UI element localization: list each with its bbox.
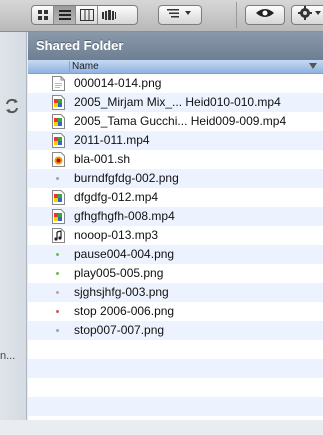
file-row[interactable]: bla-001.sh [28,150,323,169]
file-name: 2005_Mirjam Mix_... Heid010-010.mp4 [74,95,281,109]
arrange-icon [165,6,195,24]
action-button[interactable] [291,5,323,25]
sort-descending-icon [309,63,317,69]
png-thumb-icon [56,310,59,313]
mp3-file-icon [52,228,65,243]
file-row[interactable]: play005-005.png [28,264,323,283]
folder-title: Shared Folder [28,32,323,60]
file-name: gfhgfhgfh-008.mp4 [74,209,175,223]
empty-row [28,397,323,416]
name-column-header[interactable]: Name [28,60,323,74]
arrange-button[interactable] [158,5,202,25]
column-label: Name [72,61,99,72]
file-name: 2011-011.mp4 [74,133,150,147]
empty-row [28,416,323,435]
file-name: bla-001.sh [74,152,131,166]
gear-icon [298,5,323,25]
mp4-file-icon [52,133,65,148]
png-thumb-icon [56,177,59,180]
file-row[interactable]: stop 2006-006.png [28,302,323,321]
file-row[interactable]: 2005_Mirjam Mix_... Heid010-010.mp4 [28,93,323,112]
png-thumb-icon [56,329,59,332]
file-row[interactable]: sjghsjhfg-003.png [28,283,323,302]
eye-icon [255,6,275,24]
empty-row [28,378,323,397]
file-list: 000014-014.png 2005_Mirjam Mix_... Heid01… [28,74,323,435]
file-row[interactable]: 000014-014.png [28,74,323,93]
file-row[interactable]: stop007-007.png [28,321,323,340]
sidebar: n... [0,32,27,420]
png-thumb-icon [56,272,59,275]
sync-icon[interactable] [4,98,20,114]
empty-row [28,340,323,359]
list-view-icon[interactable] [54,6,76,24]
column-view-icon[interactable] [76,6,98,24]
file-browser: Shared Folder Name 000014-014.png 2005_Mi… [28,32,323,420]
empty-row [28,359,323,378]
toolbar [0,0,323,32]
png-thumb-icon [56,291,59,294]
file-name: stop007-007.png [74,323,165,337]
mp4-file-icon [52,114,65,129]
file-name: play005-005.png [74,266,164,280]
png-thumb-icon [56,253,59,256]
file-row[interactable]: gfhgfhgfh-008.mp4 [28,207,323,226]
coverflow-view-icon[interactable] [98,6,120,24]
file-name: stop 2006-006.png [74,304,175,318]
file-row[interactable]: 2011-011.mp4 [28,131,323,150]
mp4-file-icon [52,190,65,205]
sh-file-icon [52,152,65,167]
file-name: burndfgfdg-002.png [74,171,179,185]
toolbar-divider [236,2,237,28]
file-row[interactable]: dfgdfg-012.mp4 [28,188,323,207]
file-name: pause004-004.png [74,247,175,261]
file-name: dfgdfg-012.mp4 [74,190,159,204]
icon-view-icon[interactable] [32,6,54,24]
file-row[interactable]: burndfgfdg-002.png [28,169,323,188]
mp4-file-icon [52,209,65,224]
column-divider [69,61,70,72]
mp4-file-icon [52,95,65,110]
file-name: 2005_Tama Gucchi... Heid009-009.mp4 [74,114,287,128]
file-name: 000014-014.png [74,76,162,90]
file-name: nooop-013.mp3 [74,228,159,242]
quicklook-button[interactable] [245,5,285,25]
sidebar-truncated-text: n... [0,350,16,362]
file-row[interactable]: nooop-013.mp3 [28,226,323,245]
file-row[interactable]: pause004-004.png [28,245,323,264]
view-mode-control[interactable] [31,5,138,25]
file-name: sjghsjhfg-003.png [74,285,169,299]
file-row[interactable]: 2005_Tama Gucchi... Heid009-009.mp4 [28,112,323,131]
png-file-icon [52,76,65,91]
